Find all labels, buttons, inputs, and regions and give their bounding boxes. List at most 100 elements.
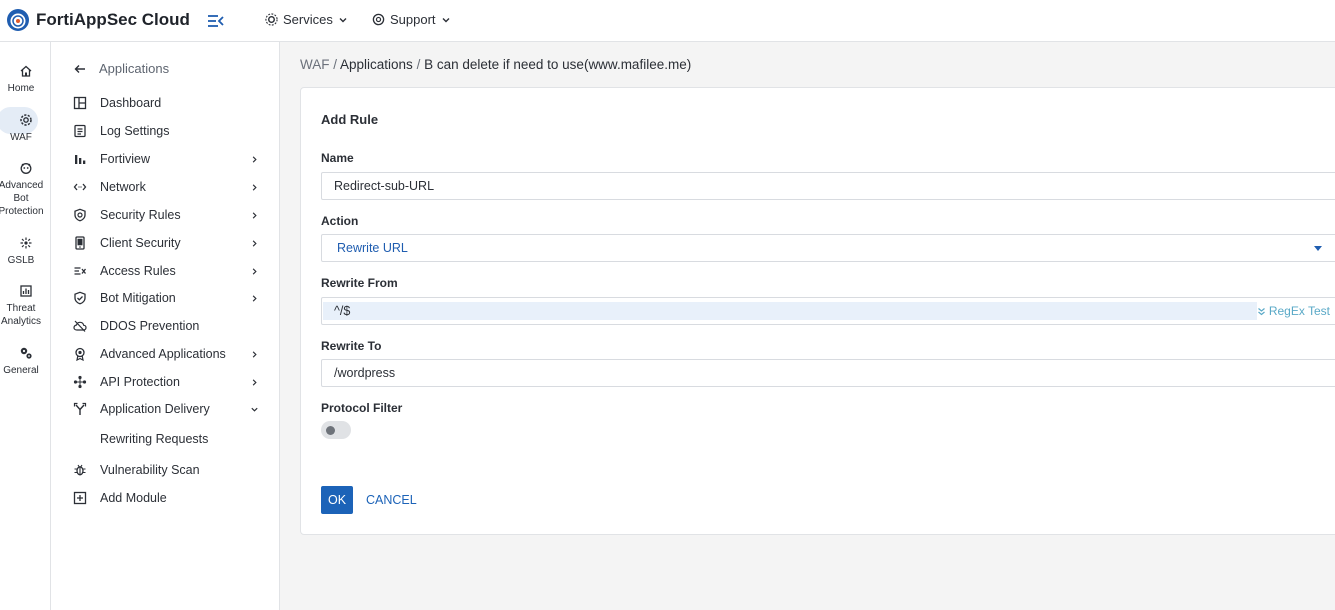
back-label: Applications — [99, 61, 170, 76]
name-value: Redirect-sub-URL — [334, 179, 435, 193]
add-rule-card: Add Rule Name Redirect-sub-URL Action Re… — [300, 87, 1335, 535]
rail-label: Threat — [6, 303, 36, 314]
chevron-down-icon — [251, 407, 258, 412]
dashboard-icon — [73, 96, 87, 110]
rewrite-to-input[interactable]: /wordpress — [321, 359, 1335, 387]
text-highlight — [323, 302, 1257, 320]
nav-item-bot-mitigation[interactable]: Bot Mitigation — [73, 287, 259, 309]
rail-label: Bot — [13, 193, 29, 204]
action-value: Rewrite URL — [337, 241, 408, 255]
bot-icon — [20, 163, 31, 174]
chevron-right-icon — [252, 378, 257, 386]
collapse-menu-icon[interactable] — [206, 11, 226, 31]
chevron-right-icon — [252, 183, 257, 191]
nav-item-application-delivery[interactable]: Application Delivery — [73, 398, 259, 420]
rail-label: Home — [7, 83, 35, 94]
nav-label: Access Rules — [100, 264, 176, 278]
action-label: Action — [321, 214, 359, 228]
services-icon — [265, 13, 278, 26]
rewrite-from-value: ^/$ — [334, 304, 351, 318]
nav-label: Fortiview — [100, 152, 151, 166]
support-menu[interactable]: Support — [372, 12, 451, 27]
nav-label: API Protection — [100, 375, 180, 389]
nav-item-add-module[interactable]: Add Module — [73, 487, 259, 509]
rail-item-gslb[interactable]: GSLB — [0, 236, 51, 267]
ok-button[interactable]: OK — [321, 486, 353, 514]
card-title: Add Rule — [321, 112, 379, 127]
nav-item-rewriting-requests[interactable]: Rewriting Requests — [73, 428, 259, 450]
rail-item-threat-analytics[interactable]: Threat Analytics — [0, 284, 51, 328]
breadcrumb: WAF / Applications / B can delete if nee… — [300, 57, 691, 72]
chart-icon — [19, 285, 32, 297]
rail-label: General — [3, 365, 39, 376]
breadcrumb-applications[interactable]: Applications — [340, 57, 413, 72]
rail-label: Advanced — [0, 180, 44, 191]
nav-item-client-security[interactable]: Client Security — [73, 232, 259, 254]
toggle-knob — [326, 426, 335, 435]
name-input[interactable]: Redirect-sub-URL — [321, 172, 1335, 200]
nav-item-advanced-applications[interactable]: Advanced Applications — [73, 343, 259, 365]
nav-label: Advanced Applications — [100, 347, 226, 361]
nav-label: DDOS Prevention — [100, 319, 200, 333]
nav-item-dashboard[interactable]: Dashboard — [73, 92, 259, 114]
nav-item-api-protection[interactable]: API Protection — [73, 371, 259, 393]
app-title: FortiAppSec Cloud — [36, 10, 190, 29]
icon-rail: Home WAF Advanced Bot Protection GSLB Th… — [0, 42, 51, 610]
action-select[interactable]: Rewrite URL — [321, 234, 1335, 262]
support-label: Support — [390, 12, 436, 27]
nav-item-security-rules[interactable]: Security Rules — [73, 204, 259, 226]
shield-icon — [74, 208, 86, 222]
breadcrumb-waf[interactable]: WAF — [300, 57, 330, 72]
code-arrows-icon — [73, 183, 87, 191]
protocol-filter-toggle[interactable] — [321, 421, 351, 439]
nav-item-log-settings[interactable]: Log Settings — [73, 120, 259, 142]
rail-label: WAF — [10, 132, 32, 143]
chevron-right-icon — [252, 239, 257, 247]
fortiappsec-logo[interactable] — [6, 8, 30, 32]
home-icon — [20, 65, 31, 77]
nav-item-access-rules[interactable]: Access Rules — [73, 260, 259, 282]
regex-test-button[interactable]: RegEx Test — [1257, 304, 1330, 318]
nav-item-ddos-prevention[interactable]: DDOS Prevention — [73, 315, 259, 337]
arrow-left-icon — [74, 64, 85, 73]
rewrite-to-label: Rewrite To — [321, 339, 382, 353]
dropdown-caret-icon — [1314, 246, 1322, 251]
sub-navigation: Applications Dashboard Log Settings Fort… — [51, 42, 280, 610]
chevron-right-icon — [252, 350, 257, 358]
chevron-right-icon — [252, 211, 257, 219]
nav-label: Security Rules — [100, 208, 181, 222]
rewrite-to-value: /wordpress — [334, 366, 396, 380]
bug-icon — [74, 464, 86, 476]
back-to-applications[interactable]: Applications — [73, 61, 169, 76]
cancel-button[interactable]: CANCEL — [366, 486, 417, 514]
rail-item-home[interactable]: Home — [0, 64, 51, 95]
chevron-right-icon — [252, 155, 257, 163]
document-icon — [74, 124, 86, 138]
breadcrumb-current: B can delete if need to use(www.mafilee.… — [424, 57, 692, 72]
nav-item-fortiview[interactable]: Fortiview — [73, 148, 259, 170]
regex-test-label: RegEx Test — [1268, 304, 1330, 318]
nav-item-vulnerability-scan[interactable]: Vulnerability Scan — [73, 459, 259, 481]
rewrite-from-label: Rewrite From — [321, 276, 398, 290]
nav-item-network[interactable]: Network — [73, 176, 259, 198]
services-menu[interactable]: Services — [265, 12, 348, 27]
cloud-slash-icon — [73, 320, 87, 332]
award-icon — [75, 347, 85, 361]
chevron-down-icon — [442, 17, 450, 22]
rewrite-from-input[interactable]: ^/$ RegEx Test — [321, 297, 1335, 325]
nav-label: Add Module — [100, 491, 167, 505]
rail-item-advanced-bot-protection[interactable]: Advanced Bot Protection — [0, 161, 51, 218]
rail-label: Analytics — [0, 316, 41, 327]
phone-icon — [75, 236, 85, 250]
plus-square-icon — [73, 491, 87, 505]
name-label: Name — [321, 151, 354, 165]
nav-label: Network — [100, 180, 146, 194]
nav-label: Application Delivery — [100, 402, 210, 416]
bar-chart-icon — [75, 155, 86, 164]
nav-label: Log Settings — [100, 124, 170, 138]
breadcrumb-separator: / — [329, 57, 341, 72]
chevron-down-icon — [339, 17, 347, 22]
rail-item-general[interactable]: General — [0, 346, 51, 377]
double-chevron-down-icon — [1257, 307, 1265, 315]
rail-item-waf[interactable]: WAF — [0, 107, 51, 144]
